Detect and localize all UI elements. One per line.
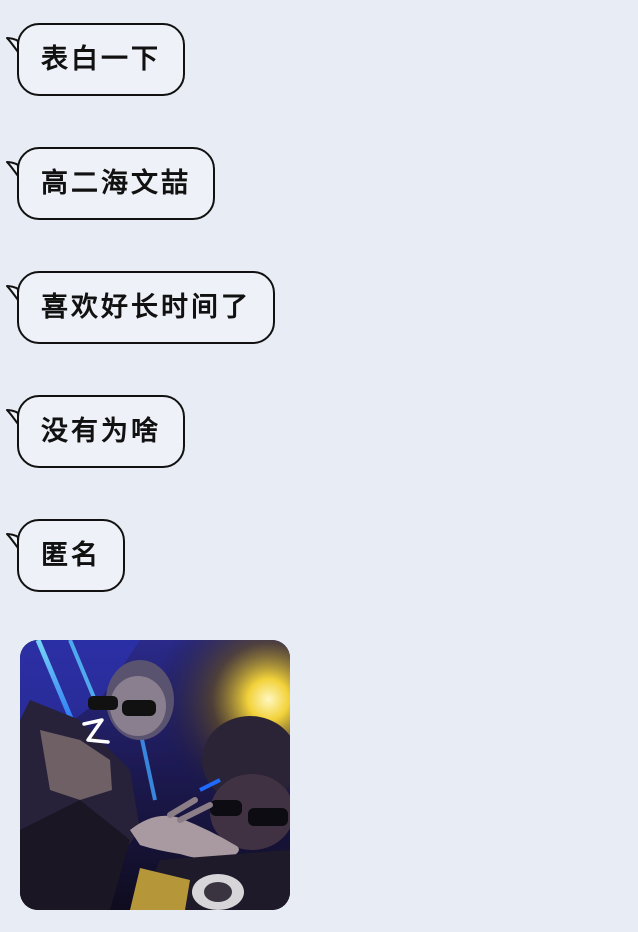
message-text: 高二海文喆 bbox=[41, 168, 191, 199]
message-row: 高二海文喆 bbox=[6, 147, 215, 220]
chat-thread: 表白一下 高二海文喆 喜欢好长时间了 没有为啥 匿名 bbox=[0, 0, 638, 932]
message-row: 表白一下 bbox=[6, 23, 185, 96]
image-message[interactable] bbox=[20, 640, 290, 910]
message-bubble[interactable]: 高二海文喆 bbox=[17, 147, 215, 220]
message-text: 没有为啥 bbox=[41, 416, 161, 447]
photo-icon bbox=[20, 640, 290, 910]
message-bubble[interactable]: 匿名 bbox=[17, 519, 125, 592]
message-text: 表白一下 bbox=[41, 44, 161, 75]
message-text: 喜欢好长时间了 bbox=[41, 292, 251, 323]
message-bubble[interactable]: 表白一下 bbox=[17, 23, 185, 96]
message-row: 没有为啥 bbox=[6, 395, 185, 468]
message-row: 喜欢好长时间了 bbox=[6, 271, 275, 344]
message-bubble[interactable]: 喜欢好长时间了 bbox=[17, 271, 275, 344]
message-text: 匿名 bbox=[41, 540, 101, 571]
message-row: 匿名 bbox=[6, 519, 125, 592]
message-bubble[interactable]: 没有为啥 bbox=[17, 395, 185, 468]
